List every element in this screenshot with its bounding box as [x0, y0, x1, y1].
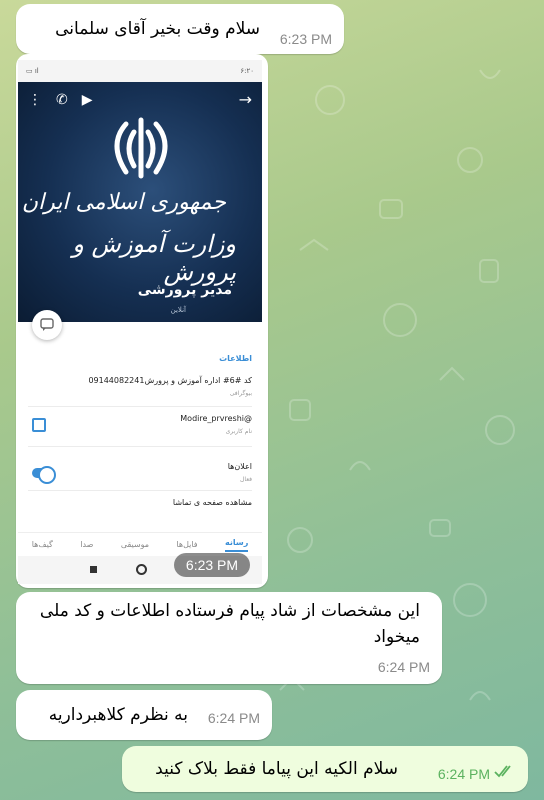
more-icon[interactable]: ⋮ — [28, 92, 42, 108]
profile-header: ⋮ ✆ ▶ → جمهوری اسلامی ایران وزارت آموزش … — [18, 82, 262, 322]
message-time: 6:23 PM — [279, 31, 332, 47]
status-time: ۶:۲۰ — [240, 67, 254, 75]
video-icon[interactable]: ▶ — [82, 92, 93, 108]
bio-label: بیوگرافی — [229, 390, 252, 397]
divider — [28, 406, 252, 407]
incoming-message[interactable]: سلام وقت بخیر آقای سلمانی 6:23 PM — [16, 4, 344, 54]
tab-media[interactable]: رسانه — [224, 538, 249, 552]
message-button[interactable] — [32, 310, 62, 340]
profile-name: مدیر پرورشی — [137, 282, 232, 298]
message-text: سلام وقت بخیر آقای سلمانی — [55, 19, 260, 39]
username-value: @Modire_prvreshi — [180, 414, 252, 423]
tab-music[interactable]: موسیقی — [121, 540, 149, 549]
notifications-status: فعال — [240, 476, 252, 483]
message-text: به نظرم کلاهبرداریه — [48, 705, 188, 725]
home-icon[interactable] — [136, 564, 147, 575]
back-arrow-icon[interactable]: → — [239, 90, 252, 109]
info-title: اطلاعات — [219, 354, 252, 363]
profile-status: آنلاین — [170, 306, 186, 314]
tab-gifs[interactable]: گیف‌ها — [32, 540, 53, 549]
recents-icon[interactable] — [90, 566, 97, 573]
tab-voice[interactable]: صدا — [80, 540, 93, 549]
battery-icon: ▭ ıl — [26, 67, 39, 75]
username-label: نام کاربری — [225, 428, 252, 435]
incoming-message[interactable]: به نظرم کلاهبرداریه 6:24 PM — [16, 690, 272, 740]
read-checkmarks-icon — [494, 765, 511, 778]
notifications-toggle[interactable] — [32, 466, 56, 484]
tab-files[interactable]: فایل‌ها — [176, 540, 197, 549]
image-time: 6:23 PM — [174, 553, 250, 577]
incoming-message[interactable]: این مشخصات از شاد پیام فرستاده اطلاعات و… — [16, 592, 442, 684]
chat-icon — [40, 318, 54, 331]
emblem-logo — [114, 117, 168, 179]
bio-value: کد #6# اداره آموزش و پرورش09144082241 — [88, 376, 252, 385]
phone-icon[interactable]: ✆ — [56, 92, 68, 108]
view-page-label: مشاهده صفحه ی تماشا — [172, 498, 252, 507]
notifications-label: اعلان‌ها — [227, 462, 252, 471]
message-time: 6:24 PM — [207, 710, 260, 726]
message-time: 6:24 PM — [377, 659, 430, 675]
divider — [28, 490, 252, 491]
header-line-1: جمهوری اسلامی ایران — [21, 190, 226, 215]
divider — [28, 446, 252, 447]
phone-status-bar: ▭ ıl ۶:۲۰ — [18, 60, 262, 82]
message-time: 6:24 PM — [437, 766, 490, 782]
attached-screenshot[interactable]: ▭ ıl ۶:۲۰ ⋮ ✆ ▶ → جمهوری اسلامی ایران وز… — [18, 60, 262, 584]
message-text: این مشخصات از شاد پیام فرستاده اطلاعات و… — [39, 601, 420, 647]
header-line-2: وزارت آموزش و پرورش — [72, 230, 236, 286]
outgoing-message[interactable]: سلام الکیه این پیاما فقط بلاک کنید 6:24 … — [122, 746, 528, 792]
qr-code-icon[interactable] — [32, 418, 46, 432]
message-text: سلام الکیه این پیاما فقط بلاک کنید — [155, 759, 398, 779]
